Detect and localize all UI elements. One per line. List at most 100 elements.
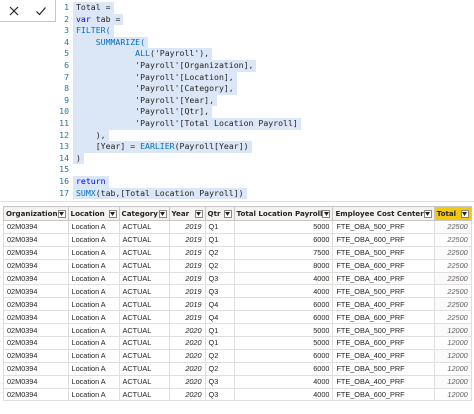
column-header-label: Total xyxy=(436,209,457,218)
table-row[interactable]: 02M0394 Location A ACTUAL 2020 Q3 4000 FTE_OBA… xyxy=(3,387,472,402)
column-header-label: Qtr xyxy=(207,209,221,218)
column-header-qtr[interactable]: Qtr xyxy=(204,206,235,221)
column-header-total-location-payroll[interactable]: Total Location Payroll xyxy=(233,206,334,221)
table-cell: ACTUAL xyxy=(118,232,170,247)
code-line[interactable]: 5 ALL('Payroll'), xyxy=(56,48,474,60)
table-cell: 8000 xyxy=(233,258,334,273)
table-cell: 02M0394 xyxy=(3,336,69,350)
table-cell: 2019 xyxy=(168,232,206,247)
table-cell: Q3 xyxy=(204,271,235,286)
table-cell: 02M0394 xyxy=(3,220,69,234)
table-cell: 2020 xyxy=(168,348,206,363)
code-line[interactable]: 14) xyxy=(56,152,474,165)
table-cell: Q4 xyxy=(204,310,235,325)
table-cell: 2020 xyxy=(168,361,206,376)
column-header-location[interactable]: Location xyxy=(67,206,120,221)
table-cell: 02M0394 xyxy=(3,297,69,312)
filter-dropdown-icon[interactable] xyxy=(57,209,66,218)
code-line[interactable]: 7 'Payroll'[Location], xyxy=(56,71,474,84)
table-row[interactable]: 02M0394 Location A ACTUAL 2019 Q1 6000 FTE_OBA… xyxy=(3,232,472,247)
table-cell: ACTUAL xyxy=(118,374,170,389)
cancel-button[interactable] xyxy=(0,0,28,22)
code-text: 'Payroll'[Category], xyxy=(73,83,237,95)
table-cell: Location A xyxy=(67,310,120,325)
line-number: 17 xyxy=(59,187,69,198)
table-cell: 02M0394 xyxy=(3,361,69,376)
table-row[interactable]: 02M0394 Location A ACTUAL 2019 Q4 6000 FTE_OBA… xyxy=(3,310,472,325)
filter-dropdown-icon[interactable] xyxy=(322,209,331,218)
filter-dropdown-icon[interactable] xyxy=(223,209,232,218)
code-line[interactable]: 1 Total = xyxy=(56,2,474,14)
code-text: SUMX(tab,[Total Location Payroll]) xyxy=(73,187,247,200)
column-header-employee-cost-center[interactable]: Employee Cost Center xyxy=(332,206,435,221)
table-cell: 02M0394 xyxy=(3,284,69,299)
table-cell: 2020 xyxy=(168,374,206,389)
table-row[interactable]: 02M0394 Location A ACTUAL 2020 Q3 4000 FTE_OBA… xyxy=(3,374,472,389)
column-header-total[interactable]: Total xyxy=(433,206,472,221)
table-row[interactable]: 02M0394 Location A ACTUAL 2019 Q3 4000 FTE_OBA… xyxy=(3,271,472,286)
code-text: var tab = xyxy=(73,13,124,26)
code-line[interactable]: 8 'Payroll'[Category], xyxy=(56,83,474,95)
table-cell: FTE_OBA_500_PRF xyxy=(332,245,435,260)
line-number: 16 xyxy=(59,175,69,186)
code-line[interactable]: 10 'Payroll'[Qtr], xyxy=(56,106,474,118)
table-row[interactable]: 02M0394 Location A ACTUAL 2019 Q2 7500 FTE_OBA… xyxy=(3,245,472,260)
filter-dropdown-icon[interactable] xyxy=(158,209,167,218)
dax-formula-editor[interactable]: 1 Total = 2 var tab = 3 FILTER(4 SUMMARIZE(5 … xyxy=(56,2,474,202)
code-token: 'Payroll'[Organization], xyxy=(76,59,254,70)
data-grid: Organization Location Category Year Qtr Total… xyxy=(3,206,472,402)
table-cell: 2020 xyxy=(168,387,206,402)
code-text: 'Payroll'[Location], xyxy=(73,71,237,84)
filter-dropdown-icon[interactable] xyxy=(108,209,117,218)
table-row[interactable]: 02M0394 Location A ACTUAL 2020 Q2 6000 FTE_OBA… xyxy=(3,361,472,376)
code-line[interactable]: 11 'Payroll'[Total Location Payroll] xyxy=(56,117,474,130)
column-header-category[interactable]: Category xyxy=(118,206,170,221)
table-cell: 4000 xyxy=(233,271,334,286)
table-cell: 7500 xyxy=(233,245,334,260)
table-cell: Location A xyxy=(67,297,120,312)
code-token: 'Payroll'[Year], xyxy=(76,94,215,105)
filter-dropdown-icon[interactable] xyxy=(194,209,203,218)
table-cell: 02M0394 xyxy=(3,348,69,363)
table-cell: 02M0394 xyxy=(3,310,69,325)
code-line[interactable]: 9 'Payroll'[Year], xyxy=(56,94,474,107)
code-line[interactable]: 15 xyxy=(56,164,474,176)
table-row[interactable]: 02M0394 Location A ACTUAL 2019 Q4 6000 FTE_OBA… xyxy=(3,297,472,312)
code-line[interactable]: 2 var tab = xyxy=(56,13,474,26)
table-row[interactable]: 02M0394 Location A ACTUAL 2020 Q1 5000 FTE_OBA… xyxy=(3,336,472,350)
table-cell: FTE_OBA_600_PRF xyxy=(332,336,435,350)
commit-button[interactable] xyxy=(28,0,56,22)
line-number: 6 xyxy=(64,59,69,70)
code-line[interactable]: 12 ), xyxy=(56,129,474,142)
table-row[interactable]: 02M0394 Location A ACTUAL 2019 Q1 5000 FTE_OBA… xyxy=(3,220,472,234)
table-cell: 02M0394 xyxy=(3,387,69,402)
code-token: return xyxy=(76,175,106,186)
code-token: ), xyxy=(76,129,106,140)
table-cell: 2020 xyxy=(168,323,206,338)
table-row[interactable]: 02M0394 Location A ACTUAL 2020 Q2 6000 FTE_OBA… xyxy=(3,348,472,363)
column-header-label: Employee Cost Center xyxy=(335,209,424,218)
table-cell: ACTUAL xyxy=(118,361,170,376)
table-cell: 02M0394 xyxy=(3,232,69,247)
filter-dropdown-icon[interactable] xyxy=(423,209,432,218)
table-row[interactable]: 02M0394 Location A ACTUAL 2019 Q3 4000 FTE_OBA… xyxy=(3,284,472,299)
code-line[interactable]: 6 'Payroll'[Organization], xyxy=(56,59,474,72)
table-cell: Q1 xyxy=(204,323,235,338)
table-cell: ACTUAL xyxy=(118,245,170,260)
code-line[interactable]: 3 FILTER( xyxy=(56,25,474,37)
code-line[interactable]: 13 [Year] = EARLIER(Payroll[Year]) xyxy=(56,141,474,153)
column-header-label: Location xyxy=(70,209,105,218)
column-header-year[interactable]: Year xyxy=(168,206,206,221)
table-cell: FTE_OBA_400_PRF xyxy=(332,374,435,389)
close-icon xyxy=(9,6,19,16)
code-line[interactable]: 16 return xyxy=(56,175,474,188)
code-line[interactable]: 17 SUMX(tab,[Total Location Payroll]) xyxy=(56,187,474,200)
code-line[interactable]: 4 SUMMARIZE( xyxy=(56,36,474,49)
table-cell: 02M0394 xyxy=(3,245,69,260)
table-row[interactable]: 02M0394 Location A ACTUAL 2019 Q2 8000 FTE_OBA… xyxy=(3,258,472,273)
table-row[interactable]: 02M0394 Location A ACTUAL 2020 Q1 5000 FTE_OBA… xyxy=(3,323,472,338)
table-cell: FTE_OBA_500_PRF xyxy=(332,284,435,299)
table-cell: Q1 xyxy=(204,232,235,247)
column-header-organization[interactable]: Organization xyxy=(3,206,69,221)
filter-dropdown-icon[interactable] xyxy=(460,209,469,218)
